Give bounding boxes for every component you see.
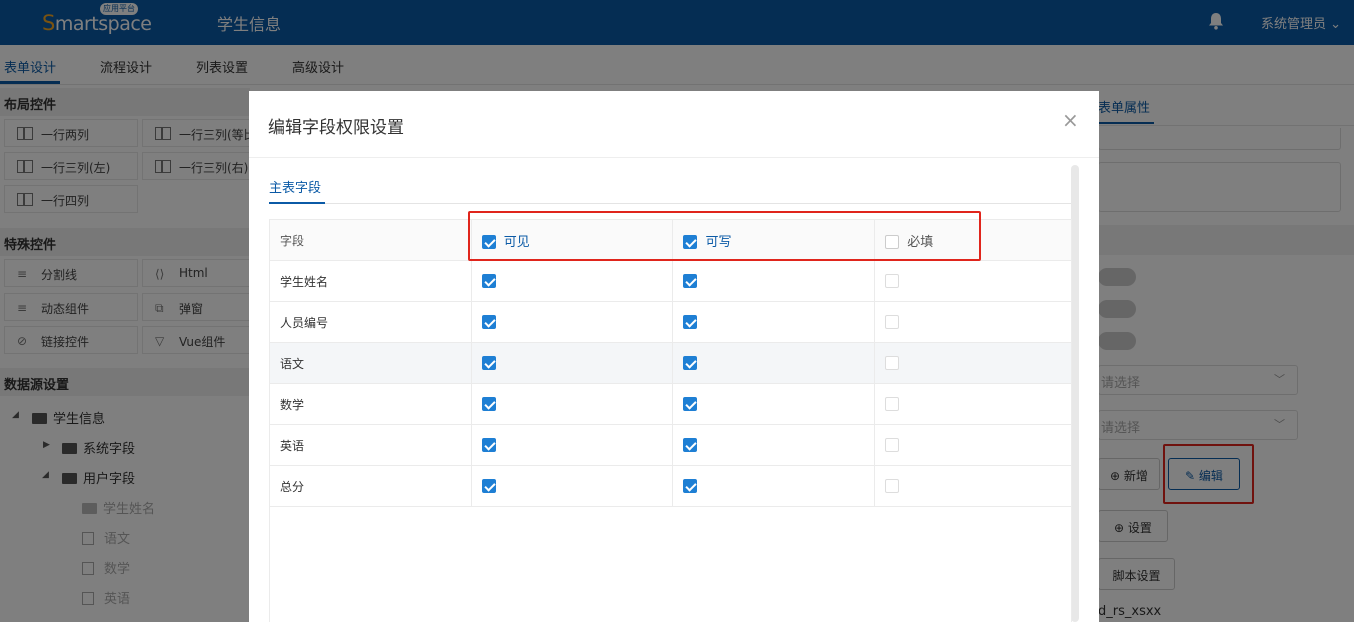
permission-table: 字段 可见 可写 必填 学生姓名 人员编号 语文 数学 英语 总分 — [269, 219, 1072, 507]
table-row: 语文 — [269, 342, 1072, 384]
col-field: 字段 — [269, 219, 472, 261]
writable-cell — [672, 301, 876, 343]
field-name: 数学 — [280, 397, 305, 412]
writable-checkbox[interactable] — [683, 356, 698, 370]
close-icon[interactable]: × — [1062, 108, 1079, 132]
required-cell — [874, 260, 1072, 302]
field-name: 总分 — [280, 479, 305, 494]
field-name: 人员编号 — [280, 315, 329, 330]
header-label: 字段 — [280, 233, 305, 248]
field-permission-dialog: 编辑字段权限设置 × 主表字段 字段 可见 可写 必填 学生姓名 人员编号 语文 数学… — [249, 91, 1099, 622]
writable-cell — [672, 260, 876, 302]
required-checkbox[interactable] — [885, 397, 900, 411]
visible-checkbox[interactable] — [481, 438, 496, 452]
tab-underline — [269, 202, 325, 204]
table-row: 学生姓名 — [269, 260, 1072, 302]
table-empty-area — [269, 506, 1072, 622]
visible-cell — [470, 465, 674, 507]
visible-checkbox[interactable] — [481, 274, 496, 288]
table-row: 数学 — [269, 383, 1072, 425]
field-name: 语文 — [280, 356, 305, 371]
visible-checkbox[interactable] — [481, 397, 496, 411]
writable-cell — [672, 465, 876, 507]
visible-checkbox[interactable] — [481, 315, 496, 329]
writable-checkbox[interactable] — [683, 438, 698, 452]
tab-main-fields[interactable]: 主表字段 — [269, 177, 321, 196]
field-name-cell: 英语 — [269, 424, 472, 466]
field-name-cell: 总分 — [269, 465, 472, 507]
dialog-title: 编辑字段权限设置 — [268, 118, 404, 138]
required-checkbox[interactable] — [885, 274, 900, 288]
writable-checkbox[interactable] — [683, 479, 698, 493]
required-cell — [874, 342, 1072, 384]
required-cell — [874, 383, 1072, 425]
required-checkbox[interactable] — [885, 315, 900, 329]
table-row: 人员编号 — [269, 301, 1072, 343]
field-name: 学生姓名 — [280, 274, 329, 289]
visible-cell — [470, 301, 674, 343]
required-cell — [874, 301, 1072, 343]
tab-baseline — [269, 203, 1071, 204]
visible-checkbox[interactable] — [481, 479, 496, 493]
required-checkbox[interactable] — [885, 356, 900, 370]
writable-cell — [672, 383, 876, 425]
visible-checkbox[interactable] — [481, 356, 496, 370]
scrollbar[interactable] — [1071, 165, 1079, 622]
required-checkbox[interactable] — [885, 479, 900, 493]
required-cell — [874, 465, 1072, 507]
table-row: 总分 — [269, 465, 1072, 507]
field-name-cell: 学生姓名 — [269, 260, 472, 302]
writable-checkbox[interactable] — [683, 274, 698, 288]
writable-checkbox[interactable] — [683, 315, 698, 329]
table-row: 英语 — [269, 424, 1072, 466]
required-checkbox[interactable] — [885, 438, 900, 452]
writable-cell — [672, 342, 876, 384]
field-name-cell: 语文 — [269, 342, 472, 384]
field-name: 英语 — [280, 438, 305, 453]
writable-checkbox[interactable] — [683, 397, 698, 411]
visible-cell — [470, 424, 674, 466]
writable-cell — [672, 424, 876, 466]
field-name-cell: 数学 — [269, 383, 472, 425]
field-name-cell: 人员编号 — [269, 301, 472, 343]
visible-cell — [470, 342, 674, 384]
visible-cell — [470, 260, 674, 302]
dialog-divider — [249, 157, 1099, 158]
header-highlight-box — [468, 211, 981, 261]
visible-cell — [470, 383, 674, 425]
required-cell — [874, 424, 1072, 466]
